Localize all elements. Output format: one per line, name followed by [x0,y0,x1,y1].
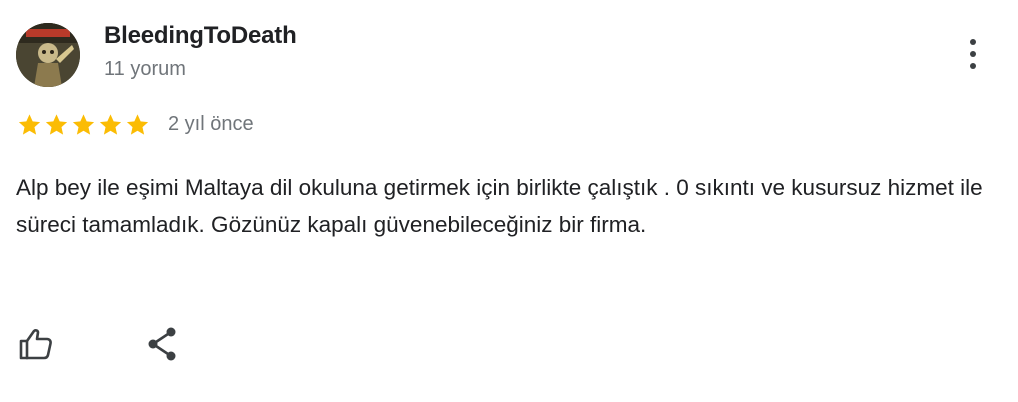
share-icon [148,327,176,361]
review-card: BleedingToDeath 11 yorum 2 yıl önce Alp … [0,0,1018,402]
avatar[interactable] [16,23,80,87]
avatar-image [16,23,80,87]
review-count: 11 yorum [104,58,186,80]
star-icon [126,114,149,135]
review-date: 2 yıl önce [168,113,254,135]
like-button[interactable] [16,324,56,364]
author-name[interactable]: BleedingToDeath [104,22,297,50]
star-icon [45,114,68,135]
more-options-button[interactable] [958,34,990,74]
star-rating [16,112,151,138]
star-icon [99,114,122,135]
review-text: Alp bey ile eşimi Maltaya dil okuluna ge… [16,175,983,237]
thumbs-up-icon [19,328,52,360]
star-icon [18,114,41,135]
star-icon [72,114,95,135]
share-button[interactable] [144,324,184,364]
